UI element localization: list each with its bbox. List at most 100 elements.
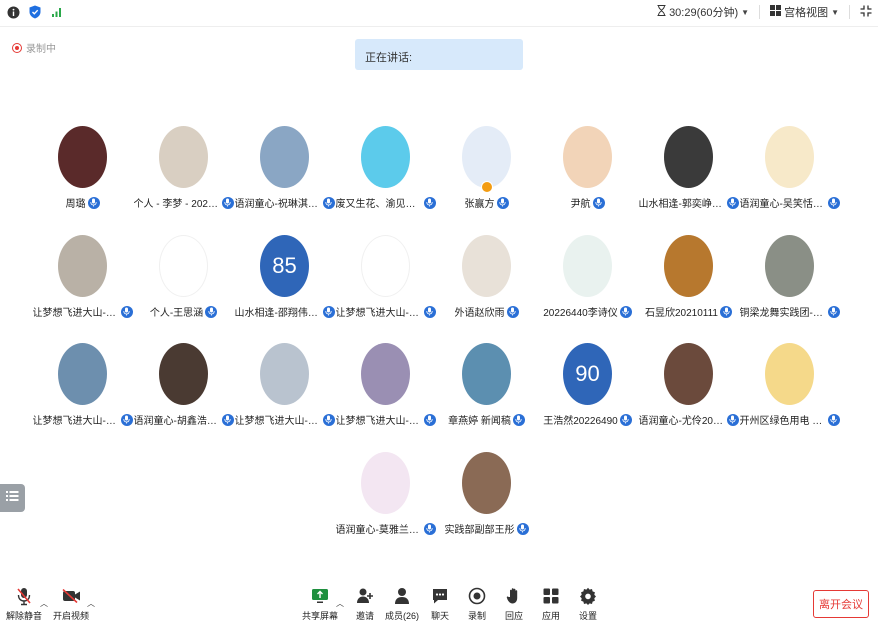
chat-button[interactable]: 聊天 — [422, 586, 458, 622]
members-button[interactable]: 成员(26) — [384, 586, 420, 622]
avatar — [563, 235, 612, 297]
participant-tile[interactable]: 让梦想飞进大山-何鑫怡... — [234, 343, 335, 448]
microphone-icon — [720, 305, 732, 318]
top-bar: 30:29(60分钟) ▼ 宫格视图 ▼ — [0, 0, 878, 27]
avatar — [159, 343, 208, 405]
participant-name: 周璐 — [65, 199, 86, 210]
microphone-icon — [506, 305, 519, 318]
participant-name: 语润童心-胡鑫浩-20... — [133, 416, 220, 427]
participant-tile[interactable]: 85 山水相逢-邵翔伟-20... — [234, 235, 335, 340]
participant-tile[interactable]: 让梦想飞进大山-汪思靓... — [335, 343, 436, 448]
microphone-icon — [827, 305, 840, 318]
avatar — [58, 235, 107, 297]
avatar — [361, 126, 410, 188]
microphone-icon — [827, 196, 840, 209]
chevron-up-icon[interactable]: ︿ — [336, 598, 344, 609]
participant-name-row: 语润童心-莫雅兰-20... — [335, 521, 436, 536]
participant-tile[interactable]: 语润童心-祝琳淇-20... — [234, 126, 335, 231]
participant-tile[interactable]: 语润童心-吴笑恬-20... — [739, 126, 840, 231]
participant-name-row: 废又生花、渝见长江... — [335, 195, 436, 210]
participant-tile[interactable]: 让梦想飞进大山-邱... — [32, 343, 133, 448]
shield-icon[interactable] — [28, 5, 42, 19]
status-icons — [6, 5, 64, 19]
participant-name: 铜梁龙舞实践团-贺... — [739, 308, 826, 319]
avatar — [159, 235, 208, 297]
microphone-icon — [423, 413, 436, 426]
invite-button[interactable]: 邀请 — [347, 586, 383, 622]
participant-name-row: 章燕婷 新闻稿 — [436, 412, 537, 427]
participant-tile[interactable]: 开州区绿色用电 黎珍妮 — [739, 343, 840, 448]
avatar — [563, 126, 612, 188]
participant-tile[interactable]: 让梦想飞进大山-雷梓怡... — [335, 235, 436, 340]
participant-name: 山水相逢-邵翔伟-20... — [234, 308, 321, 319]
participant-tile[interactable]: 废又生花、渝见长江... — [335, 126, 436, 231]
participant-name-row: 语润童心-尤伶2022... — [638, 412, 739, 427]
participant-tile[interactable]: 语润童心-莫雅兰-20... — [335, 452, 436, 557]
microphone-icon — [87, 196, 100, 209]
avatar — [765, 126, 814, 188]
start-video-button[interactable]: 开启视频 — [53, 586, 89, 622]
participant-name-row: 开州区绿色用电 黎珍妮 — [739, 412, 840, 427]
participant-tile[interactable]: 山水相逢-郭奕峥-20... — [638, 126, 739, 231]
participant-tile[interactable]: 90 王浩然20226490 — [537, 343, 638, 448]
participant-name-row: 让梦想飞进大山-向... — [32, 304, 133, 319]
speaking-banner: 正在讲话: — [355, 39, 523, 70]
participant-name: 废又生花、渝见长江... — [335, 199, 422, 210]
participant-tile[interactable]: 语润童心-尤伶2022... — [638, 343, 739, 448]
signal-icon[interactable] — [50, 5, 64, 19]
participant-tile[interactable]: 实践部副部王彤 — [436, 452, 537, 557]
microphone-icon — [221, 413, 234, 426]
participant-tile[interactable]: 外语赵欣雨 — [436, 235, 537, 340]
meeting-timer[interactable]: 30:29(60分钟) ▼ — [657, 4, 749, 20]
record-dot-icon — [12, 42, 22, 53]
divider — [759, 5, 761, 19]
participant-tile[interactable]: 张赢方 — [436, 126, 537, 231]
chevron-up-icon[interactable]: ︿ — [40, 598, 48, 609]
leave-meeting-button[interactable]: 离开会议 — [813, 590, 869, 618]
participant-name: 外语赵欣雨 — [454, 308, 505, 319]
record-button[interactable]: 录制 — [459, 586, 495, 622]
apps-button[interactable]: 应用 — [533, 586, 569, 622]
participant-tile[interactable]: 20226440李诗仪 — [537, 235, 638, 340]
avatar — [462, 235, 511, 297]
members-icon — [392, 586, 412, 606]
unmute-label: 解除静音 — [6, 611, 43, 621]
recording-indicator: 录制中 — [12, 40, 56, 55]
info-icon[interactable] — [6, 5, 20, 19]
settings-button[interactable]: 设置 — [570, 586, 606, 622]
avatar — [58, 126, 107, 188]
microphone-icon — [322, 305, 335, 318]
participant-tile[interactable]: 章燕婷 新闻稿 — [436, 343, 537, 448]
participant-tile[interactable]: 个人 - 李梦 - 20210... — [133, 126, 234, 231]
participant-tile[interactable]: 石昱欣20210111 — [638, 235, 739, 340]
side-panel-toggle[interactable] — [0, 484, 25, 512]
view-mode-button[interactable]: 宫格视图 ▼ — [770, 4, 839, 20]
participant-tile[interactable]: 让梦想飞进大山-向... — [32, 235, 133, 340]
chevron-up-icon[interactable]: ︿ — [87, 598, 95, 609]
participant-tile[interactable]: 周璐 — [32, 126, 133, 231]
participant-name: 语润童心-尤伶2022... — [638, 416, 725, 427]
participant-tile[interactable]: 铜梁龙舞实践团-贺... — [739, 235, 840, 340]
participant-name-row: 让梦想飞进大山-邱... — [32, 412, 133, 427]
avatar — [361, 235, 410, 297]
avatar — [361, 452, 410, 514]
participant-tile[interactable]: 个人-王思涵 — [133, 235, 234, 340]
participant-name-row: 个人 - 李梦 - 20210... — [133, 195, 234, 210]
microphone-icon — [120, 305, 133, 318]
participant-name: 20226440李诗仪 — [543, 308, 618, 319]
divider — [849, 5, 850, 19]
avatar — [260, 343, 309, 405]
unmute-button[interactable]: 解除静音 — [6, 586, 42, 622]
participant-tile[interactable]: 语润童心-胡鑫浩-20... — [133, 343, 234, 448]
participant-tile[interactable]: 尹航 — [537, 126, 638, 231]
fullscreen-icon[interactable] — [860, 5, 872, 20]
participant-name: 让梦想飞进大山-向... — [32, 308, 119, 319]
avatar — [664, 343, 713, 405]
avatar — [159, 126, 208, 188]
share-screen-button[interactable]: 共享屏幕 — [302, 586, 338, 622]
participant-name: 实践部副部王彤 — [444, 525, 515, 536]
participant-name: 让梦想飞进大山-何鑫怡... — [234, 416, 321, 427]
reaction-button[interactable]: 回应 — [496, 586, 532, 622]
participant-name-row: 张赢方 — [436, 195, 537, 210]
microphone-icon — [726, 196, 739, 209]
